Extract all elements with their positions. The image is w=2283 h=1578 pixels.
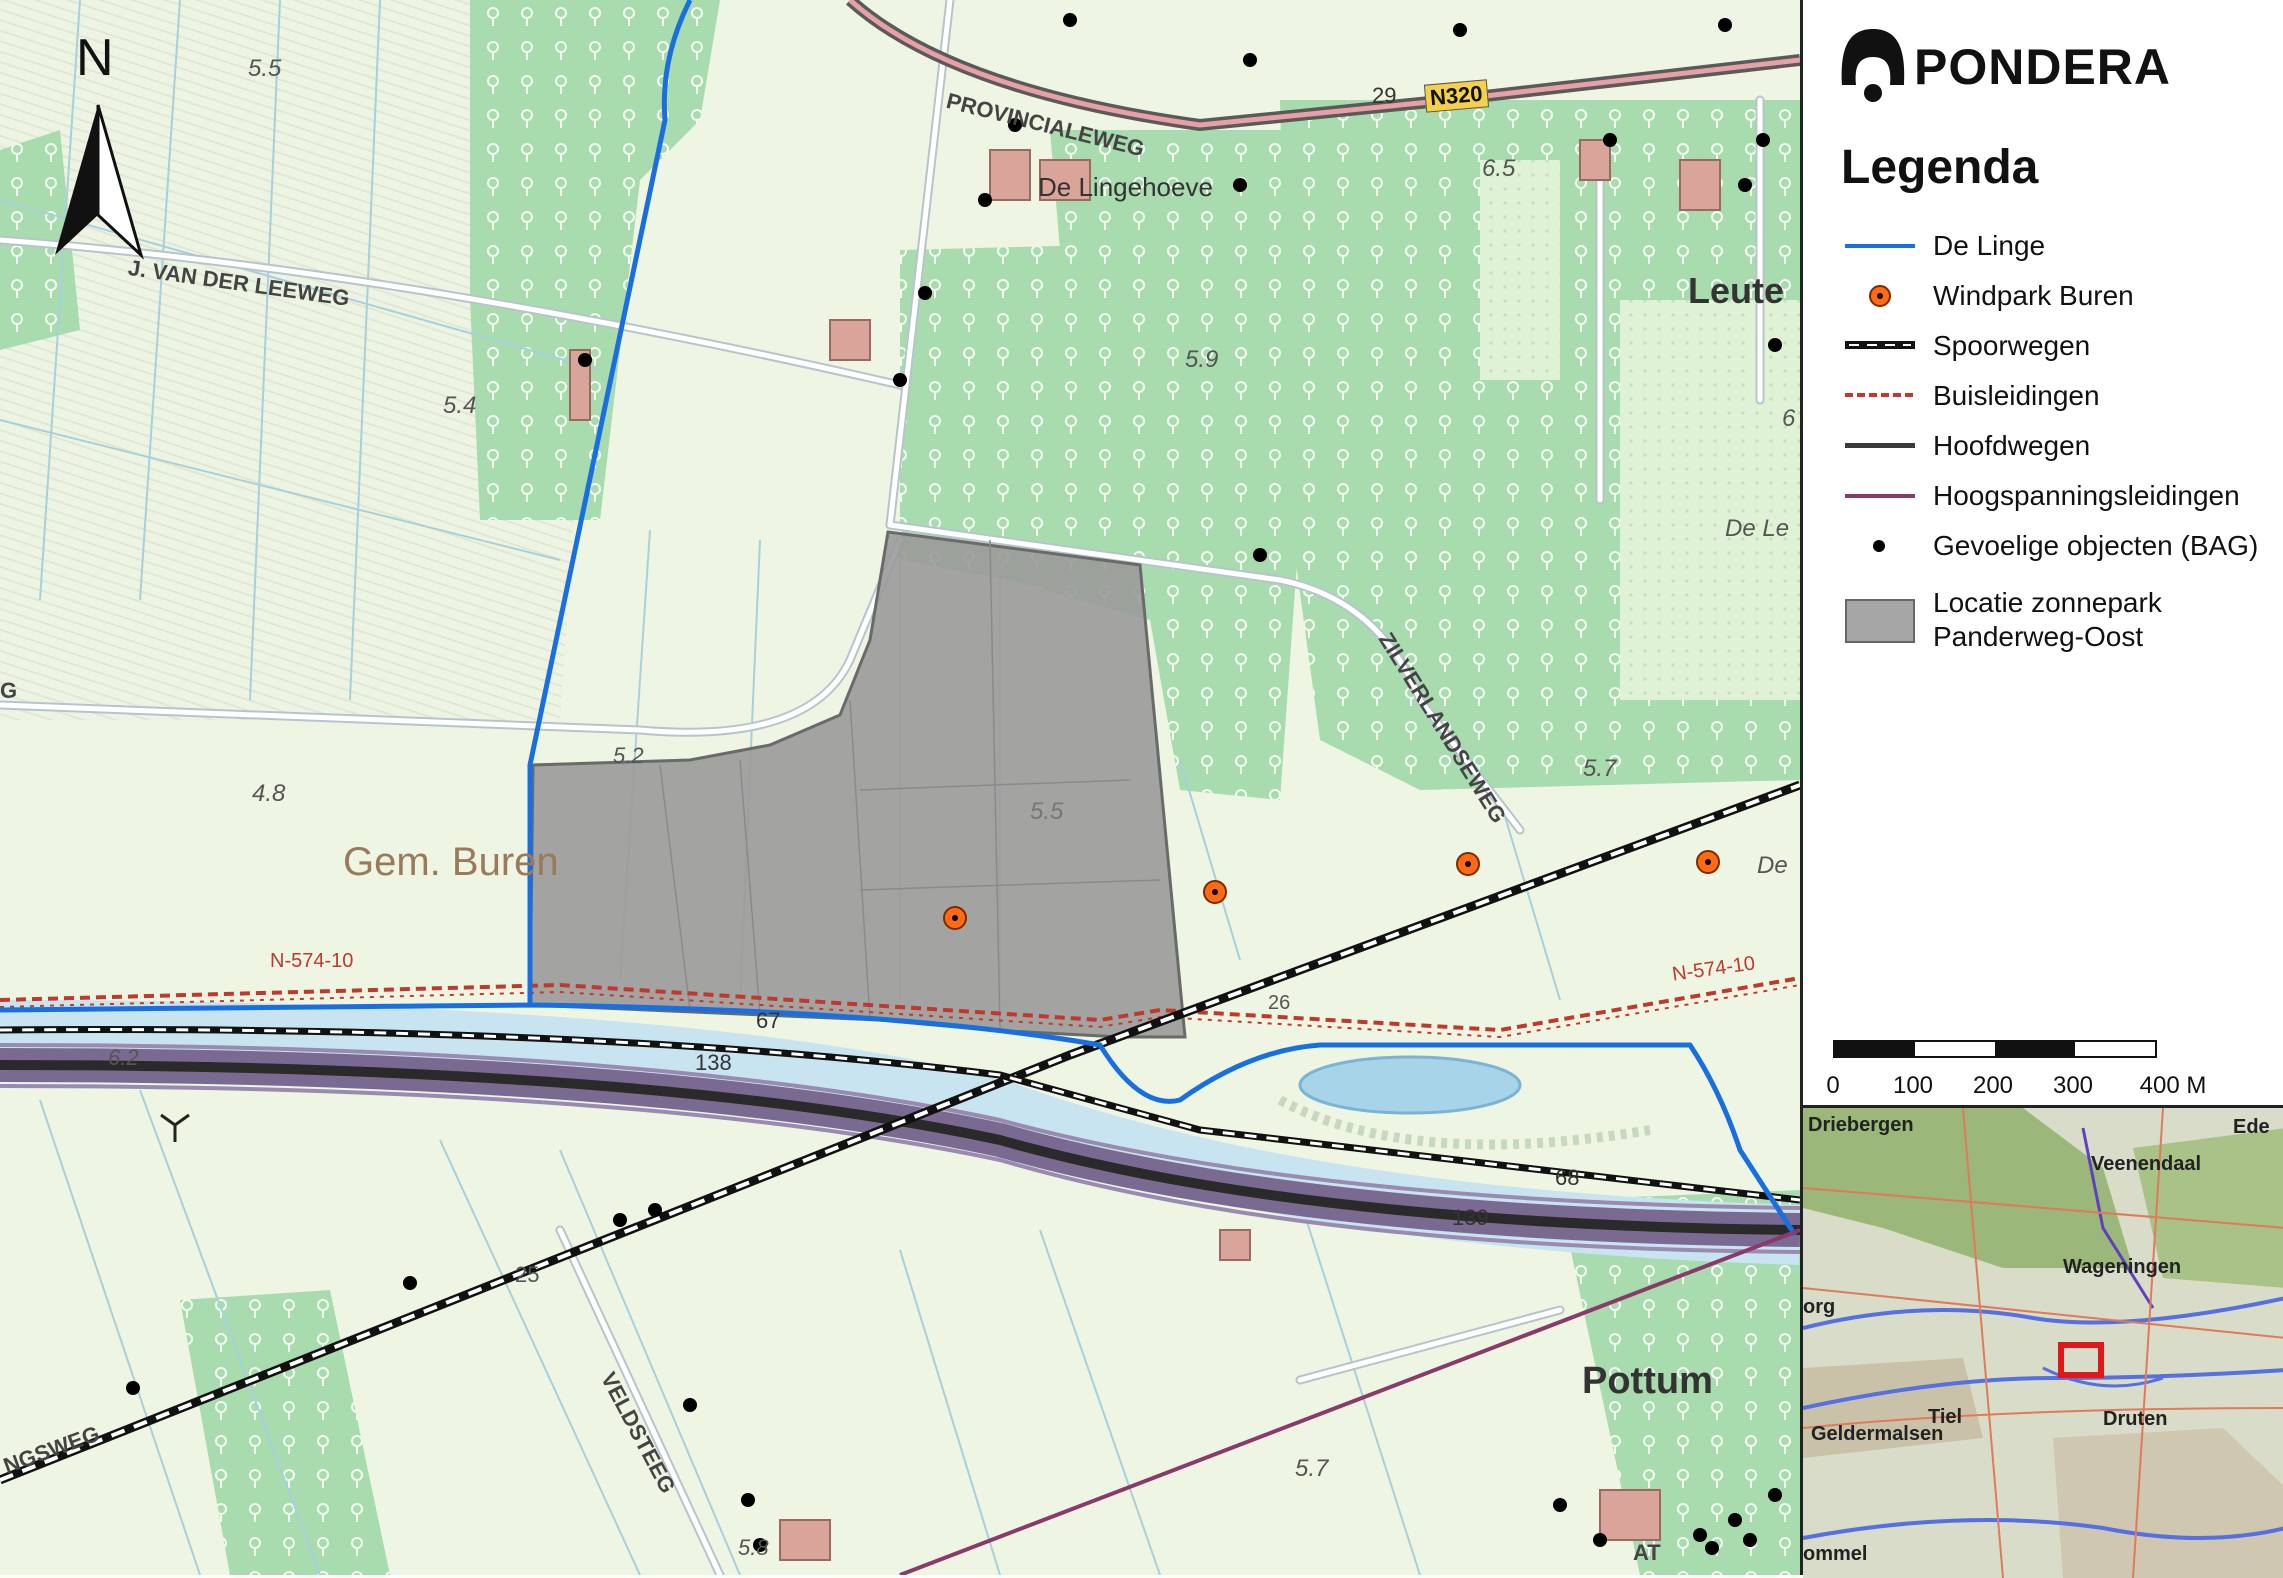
elev-55a: 5.5: [248, 55, 282, 82]
elev-6: 6: [1782, 405, 1796, 432]
legend-panel: PONDERA Legenda De Linge Windpark Buren …: [1800, 0, 2283, 1578]
road-g: G: [0, 678, 18, 703]
overview-inset-map[interactable]: Driebergen Ede Veenendaal Wageningen org…: [1803, 1105, 2283, 1578]
pondera-logo: PONDERA: [1838, 22, 2171, 112]
inset-wageningen: Wageningen: [2063, 1256, 2182, 1278]
inset-ommel: ommel: [1803, 1543, 1868, 1565]
main-road-line-icon: [1841, 426, 1919, 466]
legend-item-spoorwegen: Spoorwegen: [1841, 326, 2090, 366]
pipeline-label-left: N-574-10: [270, 950, 354, 972]
pondera-logo-icon: [1841, 29, 1905, 102]
elev-55b: 5.5: [1030, 798, 1064, 825]
elev-54: 5.4: [443, 392, 477, 419]
power-line-icon: [1841, 476, 1919, 516]
scale-tick-300: 300: [2052, 1072, 2094, 1099]
legend-title: Legenda: [1841, 141, 2039, 194]
place-gem-buren: Gem. Buren: [343, 840, 559, 884]
pondera-logo-text: PONDERA: [1914, 39, 2172, 95]
legend-item-hoofdwegen: Hoofdwegen: [1841, 426, 2090, 466]
elev-57b: 5.7: [1295, 1455, 1329, 1482]
road-number-138: 138: [695, 1050, 732, 1075]
black-dot-icon: [1841, 526, 1919, 566]
road-number-139: 139: [1452, 1205, 1489, 1230]
pond: [1298, 1055, 1522, 1115]
legend-item-buisleidingen: Buisleidingen: [1841, 376, 2100, 416]
inset-ede: Ede: [2233, 1116, 2270, 1138]
scale-tick-400: 400 M: [2139, 1072, 2207, 1099]
elev-57a: 5.7: [1583, 755, 1617, 782]
elev-65: 6.5: [1482, 155, 1516, 182]
zonnepark-label-line1: Locatie zonnepark: [1933, 587, 2162, 618]
scale-tick-200: 200: [1972, 1072, 2014, 1099]
inset-map-canvas: [1803, 1108, 2283, 1578]
inset-veenendaal: Veenendaal: [2091, 1153, 2202, 1175]
river-line-icon: [1841, 226, 1919, 266]
road-n320-badge: N320: [1423, 79, 1489, 113]
elev-48: 4.8: [252, 780, 286, 807]
inset-org: org: [1803, 1296, 1836, 1318]
scale-tick-100: 100: [1892, 1072, 1934, 1099]
road-km29: 29: [1372, 83, 1397, 108]
inset-geldermalsen: Geldermalsen: [1811, 1423, 1944, 1445]
road-at: AT: [1633, 1540, 1661, 1565]
turbine-dot-icon: [1841, 276, 1919, 316]
legend-item-de-linge: De Linge: [1841, 226, 2045, 266]
elev-58: 5.8: [738, 1535, 769, 1560]
place-leute: Leute: [1688, 270, 1785, 311]
scale-tick-0: 0: [1826, 1072, 1840, 1099]
legend-item-hoogspanning: Hoogspanningsleidingen: [1841, 476, 2240, 516]
elev-59: 5.9: [1185, 346, 1219, 373]
legend-item-gevoelig: Gevoelige objecten (BAG): [1841, 526, 2258, 566]
legend-item-windpark: Windpark Buren: [1841, 276, 2134, 316]
place-de: De: [1757, 852, 1788, 879]
elev-62: 6.2: [108, 1045, 139, 1070]
legend-item-zonnepark: Locatie zonnepark Panderweg-Oost: [1841, 585, 2162, 655]
place-de-lingehoeve: De Lingehoeve: [1038, 172, 1213, 202]
railway-line-icon: [1841, 326, 1919, 366]
inset-driebergen: Driebergen: [1808, 1114, 1914, 1136]
zonnepark-label-line2: Panderweg-Oost: [1933, 621, 2144, 652]
topographic-map[interactable]: N Gem. Buren Pottum Leute De Lingehoeve …: [0, 0, 1800, 1575]
place-pottum: Pottum: [1582, 1360, 1713, 1402]
elev-26: 26: [1268, 992, 1291, 1014]
place-de-le: De Le: [1725, 515, 1790, 542]
road-number-67: 67: [756, 1008, 781, 1033]
grey-area-icon: [1841, 585, 1919, 655]
road-number-68: 68: [1555, 1165, 1580, 1190]
pipeline-line-icon: [1841, 376, 1919, 416]
elev-52: 5.2: [613, 743, 644, 768]
inset-druten: Druten: [2103, 1408, 2168, 1430]
north-label: N: [76, 29, 114, 87]
elev-25: 25: [515, 1262, 540, 1287]
